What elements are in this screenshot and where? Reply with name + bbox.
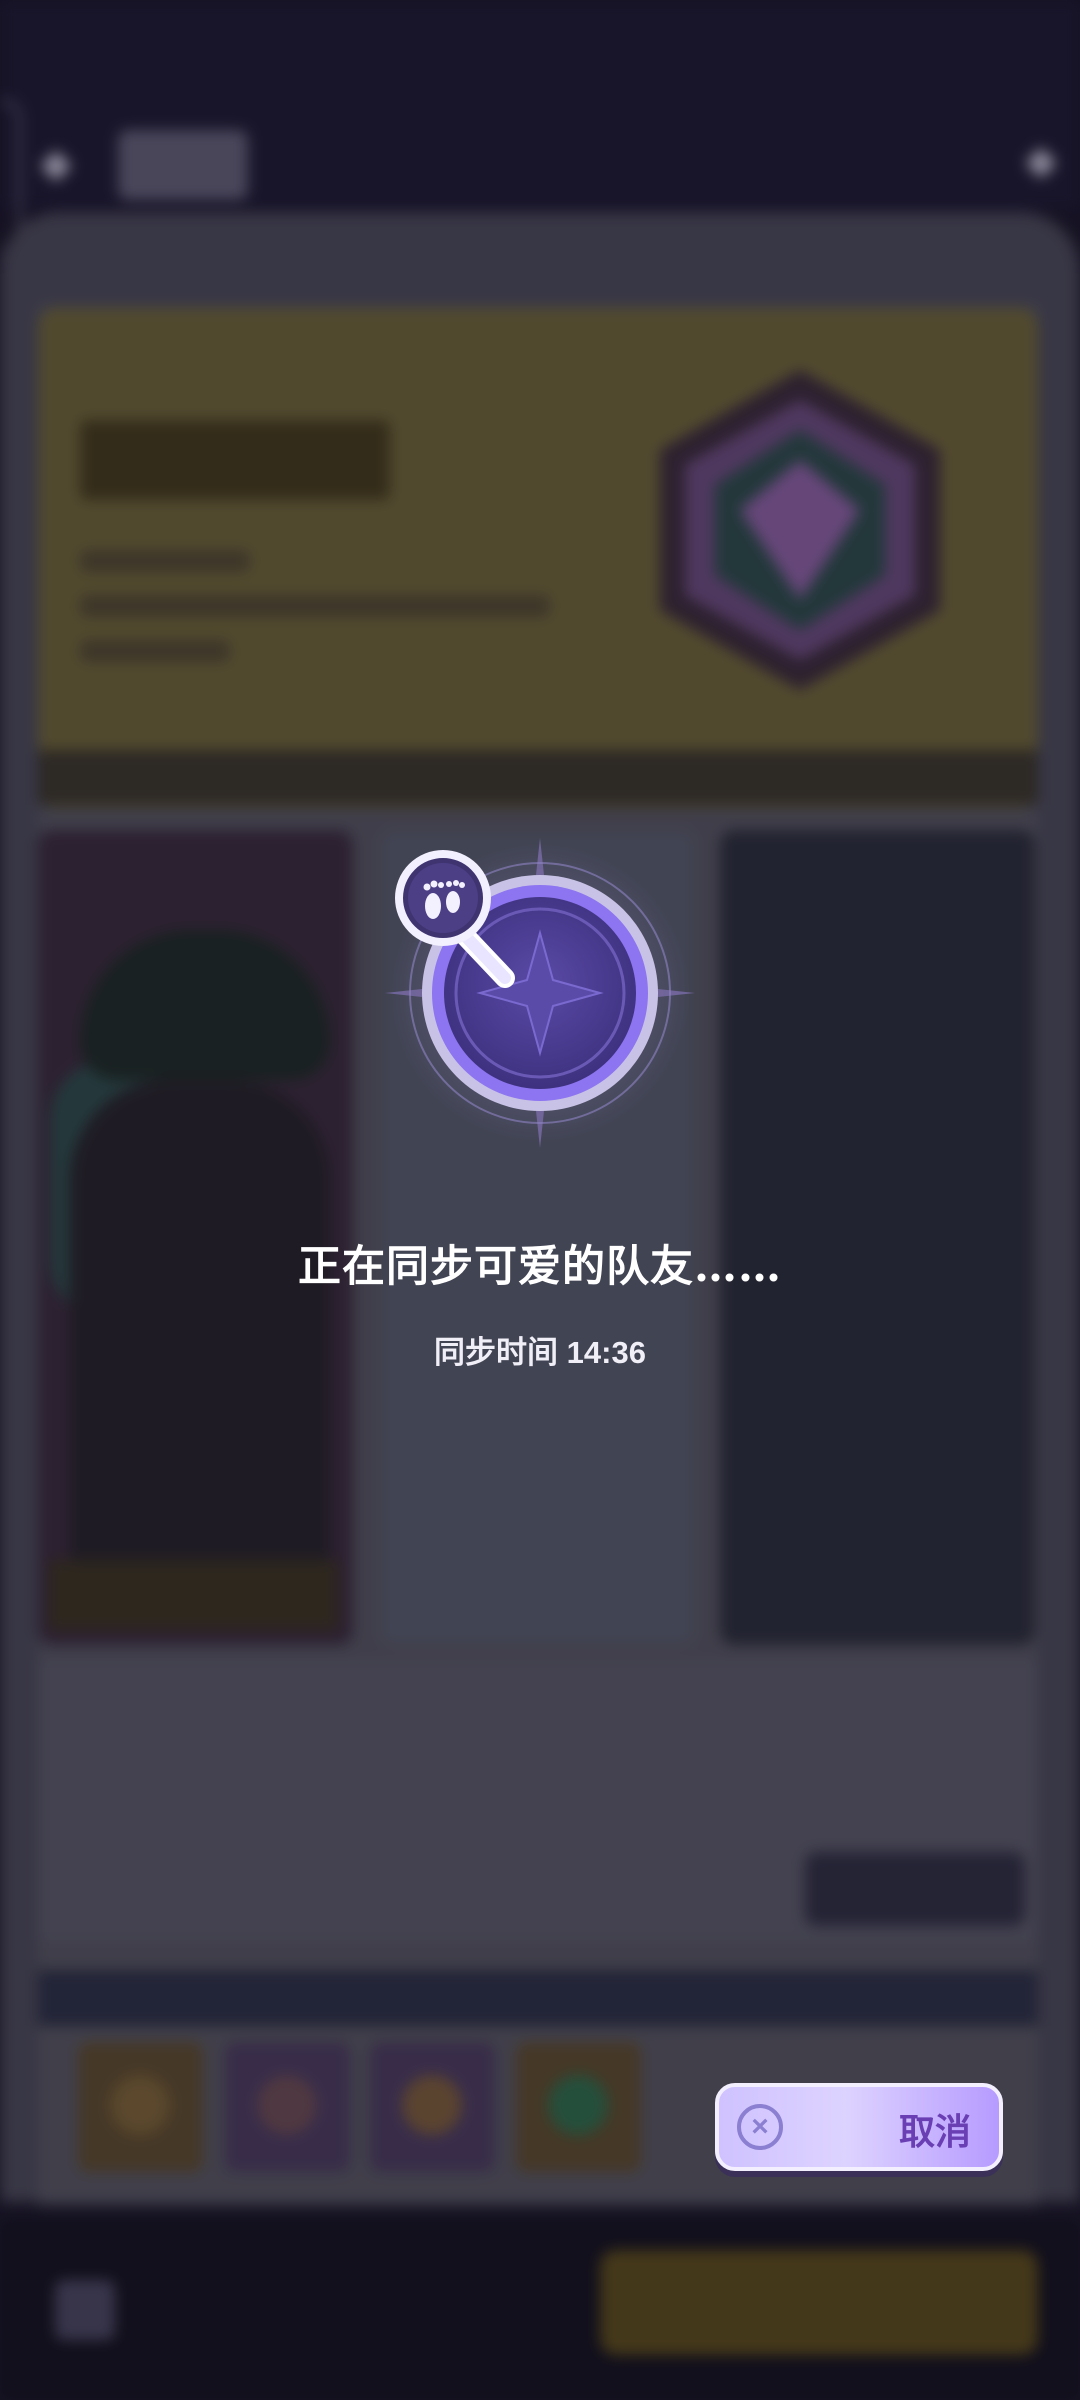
cancel-label: 取消 bbox=[898, 2112, 971, 2153]
sync-status-title: 正在同步可爱的队友…… bbox=[298, 1242, 782, 1292]
dim-overlay bbox=[0, 0, 1080, 2400]
sync-time-text: 同步时间 14:36 bbox=[434, 1335, 646, 1370]
close-circle-icon: × bbox=[737, 2104, 783, 2150]
cancel-button[interactable]: × 取消 bbox=[715, 2083, 1003, 2171]
matchmaking-loader bbox=[385, 838, 695, 1148]
